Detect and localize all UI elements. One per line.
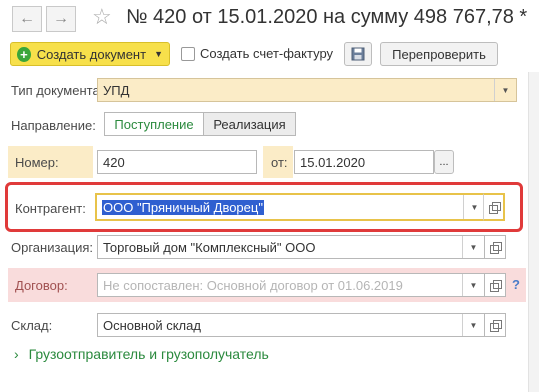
chevron-down-icon[interactable]: ▼ — [494, 79, 516, 101]
contract-input[interactable]: Не сопоставлен: Основной договор от 01.0… — [97, 273, 485, 297]
create-invoice-checkbox[interactable] — [181, 47, 195, 61]
save-button[interactable] — [344, 42, 372, 66]
counterparty-label: Контрагент: — [15, 201, 86, 216]
warehouse-input[interactable]: Основной склад ▼ — [97, 313, 485, 337]
arrow-right-icon: → — [53, 10, 69, 27]
counterparty-value: ООО "Пряничный Дворец" — [102, 199, 264, 215]
warehouse-value: Основной склад — [103, 317, 201, 333]
open-form-icon — [490, 280, 502, 292]
contract-placeholder: Не сопоставлен: Основной договор от 01.0… — [103, 277, 403, 293]
direction-option-incoming[interactable]: Поступление — [104, 112, 204, 136]
number-input[interactable]: 420 — [97, 150, 257, 174]
chevron-down-icon[interactable]: ▼ — [462, 314, 484, 336]
warehouse-label: Склад: — [11, 318, 53, 333]
create-document-label: Создать документ — [36, 46, 147, 62]
number-label: Номер: — [15, 155, 59, 170]
direction-option-sales[interactable]: Реализация — [203, 112, 296, 136]
shipper-section-expander[interactable]: › Грузоотправитель и грузополучатель — [14, 346, 269, 362]
arrow-left-icon: ← — [19, 10, 35, 27]
back-button[interactable]: ← — [12, 6, 42, 32]
date-label: от: — [271, 155, 288, 170]
organization-open-button[interactable] — [484, 235, 506, 259]
doc-type-label: Тип документа: — [11, 83, 104, 98]
create-document-button[interactable]: + Создать документ ▼ — [10, 42, 170, 66]
chevron-down-icon[interactable]: ▼ — [462, 236, 484, 258]
open-form-icon — [490, 242, 502, 254]
chevron-down-icon[interactable]: ▼ — [463, 195, 485, 219]
forward-button[interactable]: → — [46, 6, 76, 32]
chevron-down-icon[interactable]: ▼ — [462, 274, 484, 296]
page-title: № 420 от 15.01.2020 на сумму 498 767,78 … — [126, 6, 528, 28]
contract-open-button[interactable] — [484, 273, 506, 297]
shipper-section-label: Грузоотправитель и грузополучатель — [28, 346, 269, 362]
chevron-down-icon: ▼ — [154, 49, 163, 59]
warehouse-open-button[interactable] — [484, 313, 506, 337]
help-icon[interactable]: ? — [512, 277, 520, 292]
organization-label: Организация: — [11, 240, 94, 255]
counterparty-input[interactable]: ООО "Пряничный Дворец" ▼ — [95, 193, 487, 221]
chevron-right-icon: › — [14, 346, 19, 362]
scrollbar[interactable] — [528, 72, 539, 392]
counterparty-open-button[interactable] — [483, 193, 505, 221]
organization-value: Торговый дом "Комплексный" ООО — [103, 239, 316, 255]
open-form-icon — [488, 202, 501, 214]
create-invoice-label: Создать счет-фактуру — [200, 46, 334, 61]
recheck-button[interactable]: Перепроверить — [380, 42, 498, 66]
doc-type-value: УПД — [103, 82, 130, 98]
organization-input[interactable]: Торговый дом "Комплексный" ООО ▼ — [97, 235, 485, 259]
doc-type-select[interactable]: УПД ▼ — [97, 78, 517, 102]
open-form-icon — [490, 320, 502, 332]
plus-icon: + — [17, 46, 31, 62]
direction-label: Направление: — [11, 118, 96, 133]
date-picker-button[interactable]: ... — [434, 150, 454, 174]
save-icon — [351, 47, 365, 61]
contract-label: Договор: — [15, 278, 68, 293]
favorite-star-icon[interactable]: ☆ — [92, 4, 112, 30]
date-input[interactable]: 15.01.2020 — [294, 150, 434, 174]
